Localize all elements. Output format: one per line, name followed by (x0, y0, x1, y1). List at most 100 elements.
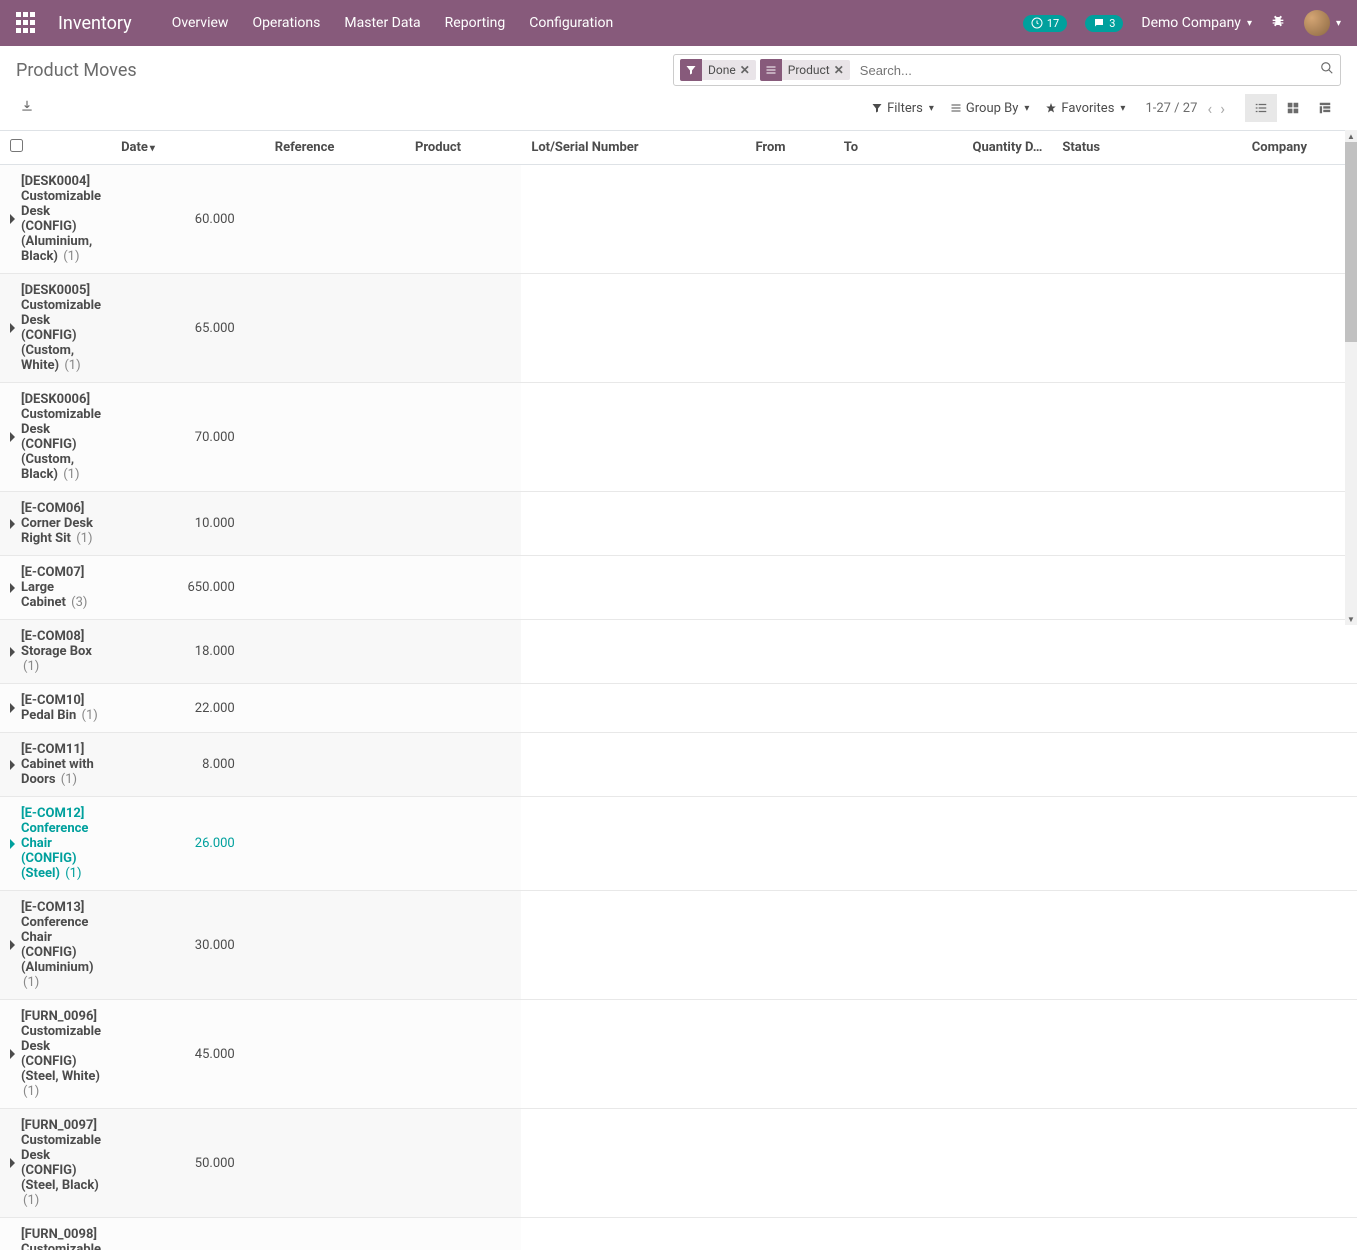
company-switcher[interactable]: Demo Company ▾ (1141, 15, 1252, 31)
group-count: (1) (76, 531, 92, 546)
user-menu[interactable]: ▾ (1304, 10, 1341, 36)
pager-prev[interactable]: ‹ (1207, 99, 1212, 118)
scroll-down-icon[interactable]: ▼ (1345, 613, 1357, 625)
group-count: (1) (23, 1084, 39, 1099)
search-icon[interactable] (1320, 61, 1334, 79)
kanban-view-button[interactable] (1277, 94, 1309, 122)
groupby-label: Group By (966, 101, 1019, 116)
expand-caret-icon (10, 839, 15, 849)
avatar (1304, 10, 1330, 36)
nav-master-data[interactable]: Master Data (344, 15, 420, 31)
search-input[interactable] (854, 63, 1320, 78)
facet-label: Product (788, 63, 830, 77)
favorites-button[interactable]: Favorites ▾ (1045, 101, 1125, 116)
group-count: (1) (64, 358, 80, 373)
group-qty: 650.000 (111, 556, 265, 620)
filters-label: Filters (887, 101, 923, 116)
group-qty: 50.000 (111, 1109, 265, 1218)
filters-button[interactable]: Filters ▾ (871, 101, 934, 116)
nav-reporting[interactable]: Reporting (445, 15, 506, 31)
group-label: [E-COM08] Storage Box (1) (21, 629, 101, 674)
export-icon[interactable] (20, 99, 34, 117)
col-qty[interactable]: Quantity D… (894, 131, 1052, 165)
group-row[interactable]: [E-COM12] Conference Chair (CONFIG) (Ste… (0, 797, 1357, 891)
group-count: (1) (63, 249, 79, 264)
clock-badge[interactable]: 17 (1023, 15, 1067, 32)
group-row[interactable]: [FURN_0096] Customizable Desk (CONFIG) (… (0, 1000, 1357, 1109)
remove-facet-icon[interactable]: ✕ (834, 63, 844, 77)
group-row[interactable]: [DESK0005] Customizable Desk (CONFIG) (C… (0, 274, 1357, 383)
debug-icon[interactable] (1270, 13, 1286, 33)
remove-facet-icon[interactable]: ✕ (740, 63, 750, 77)
nav-overview[interactable]: Overview (172, 15, 229, 31)
group-row[interactable]: [FURN_0098] Customizable Desk (CONFIG) (… (0, 1218, 1357, 1250)
facet-label: Done (708, 63, 736, 77)
apps-icon[interactable] (16, 12, 38, 34)
group-qty: 26.000 (111, 797, 265, 891)
list-icon (760, 59, 782, 81)
group-label: [FURN_0096] Customizable Desk (CONFIG) (… (21, 1009, 101, 1099)
group-row[interactable]: [DESK0004] Customizable Desk (CONFIG) (A… (0, 165, 1357, 274)
filter-facet: Done ✕ (680, 59, 756, 81)
group-row[interactable]: [E-COM06] Corner Desk Right Sit (1) 10.0… (0, 492, 1357, 556)
list-icon (1254, 101, 1268, 115)
group-label: [DESK0006] Customizable Desk (CONFIG) (C… (21, 392, 101, 482)
col-product[interactable]: Product (405, 131, 521, 165)
nav-configuration[interactable]: Configuration (529, 15, 613, 31)
breadcrumb: Product Moves (16, 60, 137, 81)
caret-down-icon: ▾ (1336, 18, 1341, 29)
expand-caret-icon (10, 432, 15, 442)
group-label: [E-COM07] Large Cabinet (3) (21, 565, 101, 610)
group-label: [DESK0005] Customizable Desk (CONFIG) (C… (21, 283, 101, 373)
pivot-view-button[interactable] (1309, 94, 1341, 122)
pager-next[interactable]: › (1220, 99, 1225, 118)
select-all-checkbox[interactable] (10, 139, 23, 152)
clock-icon (1031, 17, 1043, 29)
col-to[interactable]: To (834, 131, 894, 165)
scrollbar-thumb[interactable] (1345, 142, 1357, 342)
col-status[interactable]: Status (1052, 131, 1154, 165)
control-panel: Product Moves Done ✕ Product ✕ (0, 46, 1357, 130)
app-brand[interactable]: Inventory (58, 13, 132, 34)
group-row[interactable]: [E-COM07] Large Cabinet (3) 650.000 (0, 556, 1357, 620)
nav-links: Overview Operations Master Data Reportin… (172, 15, 1023, 31)
expand-caret-icon (10, 583, 15, 593)
caret-down-icon: ▾ (1120, 103, 1125, 114)
scroll-up-icon[interactable]: ▲ (1345, 130, 1357, 142)
group-count: (1) (23, 659, 39, 674)
group-qty: 45.000 (111, 1000, 265, 1109)
group-row[interactable]: [FURN_0097] Customizable Desk (CONFIG) (… (0, 1109, 1357, 1218)
main-navbar: Inventory Overview Operations Master Dat… (0, 0, 1357, 46)
col-date[interactable]: Date▾ (111, 131, 265, 165)
col-company[interactable]: Company (1154, 131, 1357, 165)
search-box[interactable]: Done ✕ Product ✕ (673, 54, 1341, 86)
group-qty: 70.000 (111, 383, 265, 492)
col-lot[interactable]: Lot/Serial Number (521, 131, 745, 165)
group-count: (1) (23, 1193, 39, 1208)
chat-count: 3 (1109, 17, 1115, 30)
group-row[interactable]: [E-COM10] Pedal Bin (1) 22.000 (0, 684, 1357, 733)
chat-icon (1093, 17, 1105, 29)
group-row[interactable]: [E-COM08] Storage Box (1) 18.000 (0, 620, 1357, 684)
nav-operations[interactable]: Operations (252, 15, 320, 31)
group-count: (1) (23, 975, 39, 990)
group-label: [E-COM11] Cabinet with Doors (1) (21, 742, 101, 787)
group-label: [DESK0004] Customizable Desk (CONFIG) (A… (21, 174, 101, 264)
col-from[interactable]: From (745, 131, 833, 165)
expand-caret-icon (10, 214, 15, 224)
group-row[interactable]: [DESK0006] Customizable Desk (CONFIG) (C… (0, 383, 1357, 492)
scrollbar[interactable]: ▲ ▼ (1345, 130, 1357, 625)
groupby-button[interactable]: Group By ▾ (950, 101, 1030, 116)
group-count: (3) (71, 595, 87, 610)
pager: 1-27 / 27 ‹ › (1145, 99, 1225, 118)
col-reference[interactable]: Reference (265, 131, 405, 165)
caret-down-icon: ▾ (929, 103, 934, 114)
group-row[interactable]: [E-COM11] Cabinet with Doors (1) 8.000 (0, 733, 1357, 797)
list-view-button[interactable] (1245, 94, 1277, 122)
funnel-icon (871, 102, 883, 114)
chat-badge[interactable]: 3 (1085, 15, 1123, 32)
favorites-label: Favorites (1061, 101, 1114, 116)
group-label: [FURN_0097] Customizable Desk (CONFIG) (… (21, 1118, 101, 1208)
group-row[interactable]: [E-COM13] Conference Chair (CONFIG) (Alu… (0, 891, 1357, 1000)
pager-range[interactable]: 1-27 / 27 (1145, 101, 1197, 116)
